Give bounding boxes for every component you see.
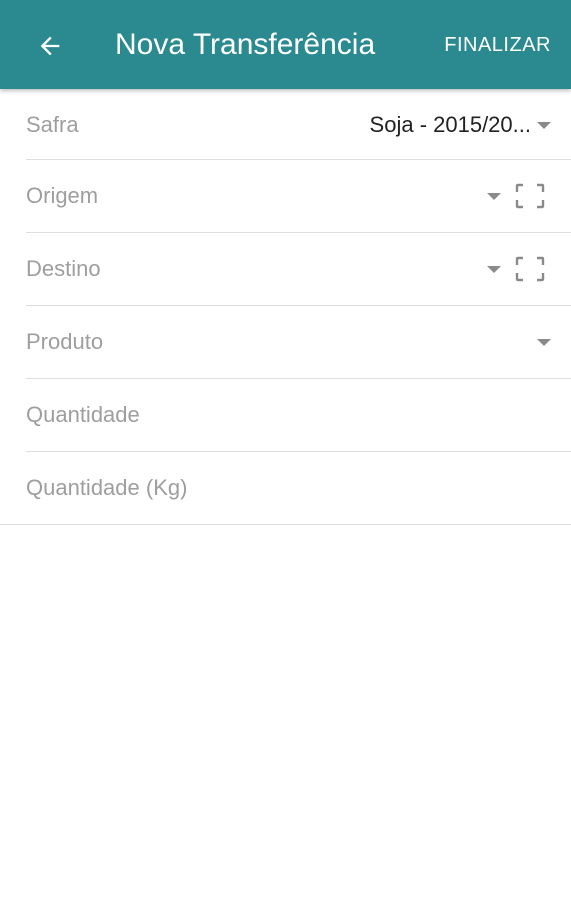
back-button[interactable]: [30, 26, 70, 66]
quantidade-input[interactable]: Quantidade: [26, 401, 140, 429]
arrow-left-icon: [40, 36, 60, 56]
quantidade-kg-input[interactable]: Quantidade (Kg): [26, 474, 187, 502]
destino-field[interactable]: Destino: [26, 233, 571, 306]
destino-label: Destino: [26, 256, 101, 281]
page-title: Nova Transferência: [115, 28, 376, 61]
safra-label: Safra: [26, 112, 79, 137]
origem-field[interactable]: Origem: [26, 160, 571, 233]
scan-icon[interactable]: [515, 183, 545, 209]
chevron-down-icon[interactable]: [487, 266, 501, 273]
chevron-down-icon[interactable]: [487, 193, 501, 200]
safra-value[interactable]: Soja - 2015/20...: [370, 111, 531, 139]
transfer-form: Safra Soja - 2015/20... Origem Destino P…: [0, 89, 571, 525]
produto-field[interactable]: Produto: [26, 306, 571, 379]
origem-label: Origem: [26, 183, 99, 208]
quantidade-kg-field[interactable]: Quantidade (Kg): [0, 452, 571, 525]
produto-label: Produto: [26, 329, 104, 354]
quantidade-field[interactable]: Quantidade: [26, 379, 571, 452]
app-bar: Nova Transferência FINALIZAR: [0, 0, 571, 89]
scan-icon[interactable]: [515, 256, 545, 282]
safra-field[interactable]: Safra Soja - 2015/20...: [26, 89, 571, 160]
finalize-button[interactable]: FINALIZAR: [444, 33, 551, 57]
chevron-down-icon: [537, 339, 551, 346]
chevron-down-icon: [537, 122, 551, 129]
